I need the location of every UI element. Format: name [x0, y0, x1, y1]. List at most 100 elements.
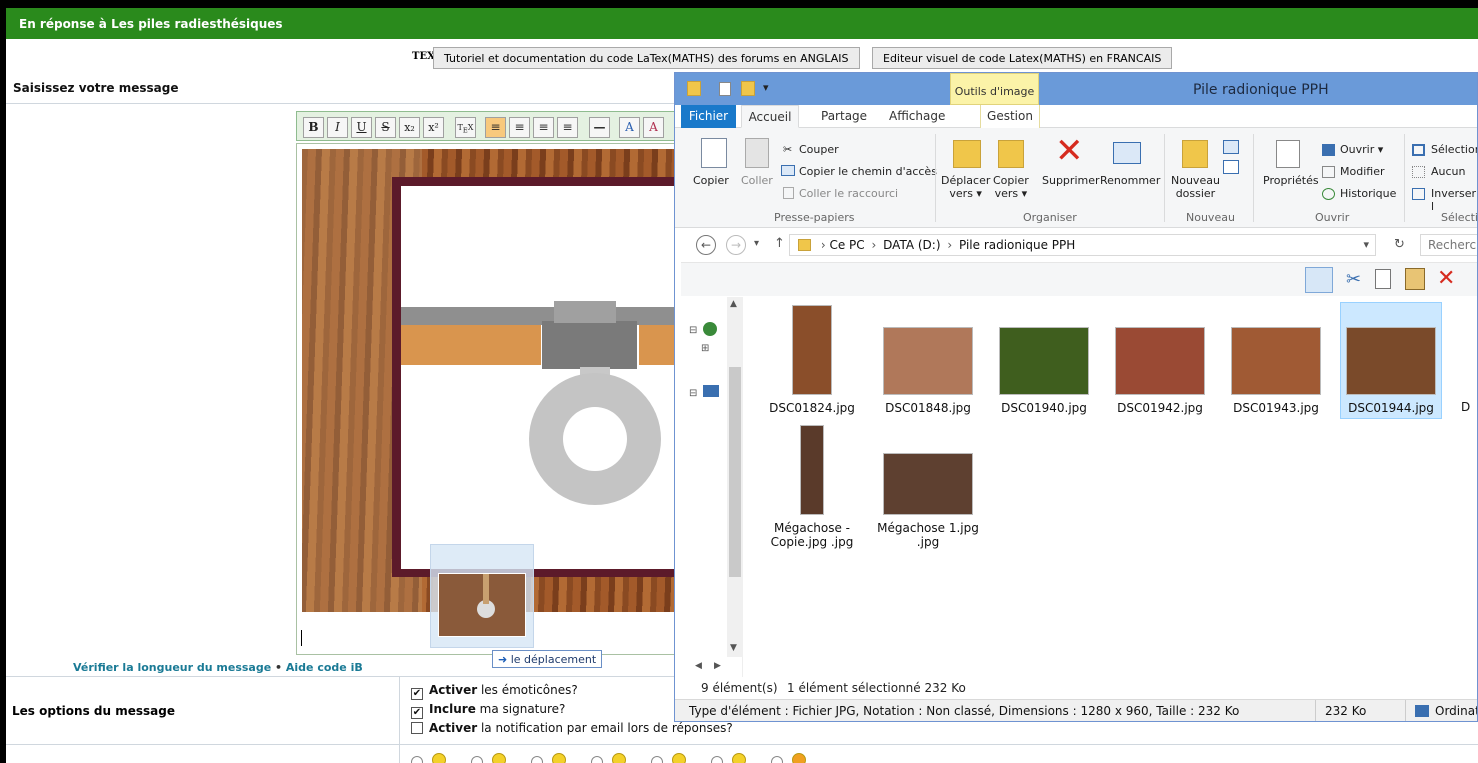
file-item[interactable]: DSC01848.jpg	[877, 327, 979, 415]
paste-button[interactable]: Coller	[741, 174, 773, 187]
network-icon	[703, 322, 717, 336]
strike-button[interactable]: S	[375, 117, 396, 138]
back-icon[interactable]: ←	[696, 235, 716, 255]
option-bold: Activer	[429, 683, 478, 697]
open-button[interactable]: Ouvrir ▾	[1340, 143, 1383, 156]
justify-icon[interactable]: ≡	[557, 117, 578, 138]
drag-thumbnail	[438, 573, 526, 637]
cut-button[interactable]: Couper	[799, 143, 839, 156]
invert-selection-button[interactable]: Inverser l	[1431, 187, 1477, 213]
preview-pane-icon[interactable]	[1305, 267, 1333, 293]
cut-icon[interactable]: ✂	[1346, 269, 1361, 290]
emoticons-checkbox[interactable]: ✔	[411, 688, 423, 700]
new-folder-button[interactable]: Nouveau dossier	[1171, 174, 1220, 200]
select-all-button[interactable]: Sélection	[1431, 143, 1477, 156]
breadcrumb-folder[interactable]: Pile radionique PPH	[959, 238, 1075, 252]
file-item[interactable]: DSC01942.jpg	[1109, 327, 1211, 415]
easy-access-icon[interactable]	[1223, 160, 1239, 174]
copy-to-button[interactable]: Copier vers ▾	[993, 174, 1029, 200]
paste-shortcut-button[interactable]: Coller le raccourci	[799, 187, 898, 200]
up-icon[interactable]: ↑	[774, 236, 785, 251]
file-details: Type d'élément : Fichier JPG, Notation :…	[689, 704, 1240, 718]
icon-radio[interactable]	[411, 756, 423, 763]
address-field[interactable]: › Ce PC › DATA (D:) › Pile radionique PP…	[789, 234, 1376, 256]
file-item[interactable]: DSC01943.jpg	[1225, 327, 1327, 415]
recent-locations-icon[interactable]: ▾	[754, 238, 759, 249]
font-color-icon[interactable]: A	[619, 117, 640, 138]
edit-button[interactable]: Modifier	[1340, 165, 1384, 178]
file-item[interactable]: DSC01824.jpg	[761, 305, 863, 415]
tab-manage[interactable]: Gestion	[980, 105, 1040, 128]
tab-share[interactable]: Partage	[821, 105, 867, 128]
tab-file[interactable]: Fichier	[681, 105, 736, 128]
new-folder-icon[interactable]	[741, 81, 755, 96]
copy-icon[interactable]	[1375, 269, 1391, 289]
file-item-selected[interactable]: DSC01944.jpg	[1340, 302, 1442, 419]
help-code-link[interactable]: Aide code iB	[286, 661, 363, 674]
delete-button[interactable]: Supprimer	[1042, 174, 1100, 187]
collapse-icon[interactable]: ⊟	[689, 388, 697, 399]
horizontal-rule-icon[interactable]: —	[589, 117, 610, 138]
latex-english-button[interactable]: Tutoriel et documentation du code LaTex(…	[433, 47, 860, 69]
refresh-icon[interactable]: ↻	[1394, 237, 1405, 252]
paste-icon[interactable]	[1405, 268, 1425, 290]
icon-radio[interactable]	[651, 756, 663, 763]
copy-path-button[interactable]: Copier le chemin d'accès	[799, 165, 937, 178]
breadcrumb-pc[interactable]: Ce PC	[829, 238, 864, 252]
icon-radio[interactable]	[591, 756, 603, 763]
align-center-icon[interactable]: ≡	[509, 117, 530, 138]
breadcrumb-drive[interactable]: DATA (D:)	[883, 238, 940, 252]
address-dropdown-icon[interactable]: ▾	[1363, 238, 1369, 251]
superscript-button[interactable]: x²	[423, 117, 444, 138]
icon-radio[interactable]	[531, 756, 543, 763]
collapse-icon[interactable]: ⊟	[689, 325, 697, 336]
option-notification[interactable]: Activer la notification par email lors d…	[411, 721, 733, 735]
scroll-left-icon[interactable]: ◀	[695, 661, 702, 671]
file-item[interactable]: DSC01940.jpg	[993, 327, 1095, 415]
file-item[interactable]: Mégachose 1.jpg .jpg	[877, 453, 979, 549]
nav-scrollbar[interactable]: ▲ ▼	[727, 297, 743, 657]
forward-icon[interactable]: →	[726, 235, 746, 255]
history-button[interactable]: Historique	[1340, 187, 1396, 200]
check-length-link[interactable]: Vérifier la longueur du message	[73, 661, 271, 674]
new-item-icon[interactable]	[1223, 140, 1239, 154]
breadcrumb-separator: ›	[947, 238, 953, 252]
scroll-right-icon[interactable]: ▶	[714, 661, 721, 671]
file-name: DSC01940.jpg	[1001, 401, 1087, 415]
select-none-button[interactable]: Aucun	[1431, 165, 1466, 178]
icon-radio[interactable]	[771, 756, 783, 763]
tab-view[interactable]: Affichage	[889, 105, 945, 128]
scroll-thumb[interactable]	[729, 367, 741, 577]
copy-button[interactable]: Copier	[693, 174, 729, 187]
divider	[6, 744, 1478, 745]
search-field[interactable]: Recherch	[1420, 234, 1477, 256]
properties-button[interactable]: Propriétés	[1263, 174, 1319, 187]
rename-button[interactable]: Renommer	[1100, 174, 1160, 187]
subscript-button[interactable]: x₂	[399, 117, 420, 138]
underline-button[interactable]: U	[351, 117, 372, 138]
tab-home[interactable]: Accueil	[741, 105, 799, 128]
quick-access-dropdown-icon[interactable]: ▾	[763, 81, 769, 94]
option-emoticons[interactable]: ✔ Activer les émoticônes?	[411, 683, 578, 700]
highlight-icon[interactable]: A	[643, 117, 664, 138]
italic-button[interactable]: I	[327, 117, 348, 138]
align-right-icon[interactable]: ≡	[533, 117, 554, 138]
align-left-icon[interactable]: ≡	[485, 117, 506, 138]
latex-french-button[interactable]: Editeur visuel de code Latex(MATHS) en F…	[872, 47, 1173, 69]
expand-icon[interactable]: ⊞	[701, 343, 709, 354]
latex-insert-icon[interactable]: TEX	[455, 117, 476, 138]
bold-button[interactable]: B	[303, 117, 324, 138]
file-item[interactable]: Mégachose - Copie.jpg .jpg	[761, 425, 863, 549]
option-signature[interactable]: ✔ Inclure ma signature?	[411, 702, 565, 719]
icon-radio[interactable]	[711, 756, 723, 763]
notification-checkbox[interactable]	[411, 722, 423, 734]
move-to-label-2: vers ▾	[949, 187, 982, 200]
signature-checkbox[interactable]: ✔	[411, 707, 423, 719]
properties-icon[interactable]	[719, 82, 731, 96]
icon-radio[interactable]	[471, 756, 483, 763]
delete-icon[interactable]: ✕	[1437, 266, 1455, 291]
scroll-up-icon[interactable]: ▲	[730, 299, 737, 309]
file-item-partial[interactable]: D	[1461, 400, 1477, 414]
scroll-down-icon[interactable]: ▼	[730, 643, 737, 653]
move-to-button[interactable]: Déplacer vers ▾	[941, 174, 990, 200]
